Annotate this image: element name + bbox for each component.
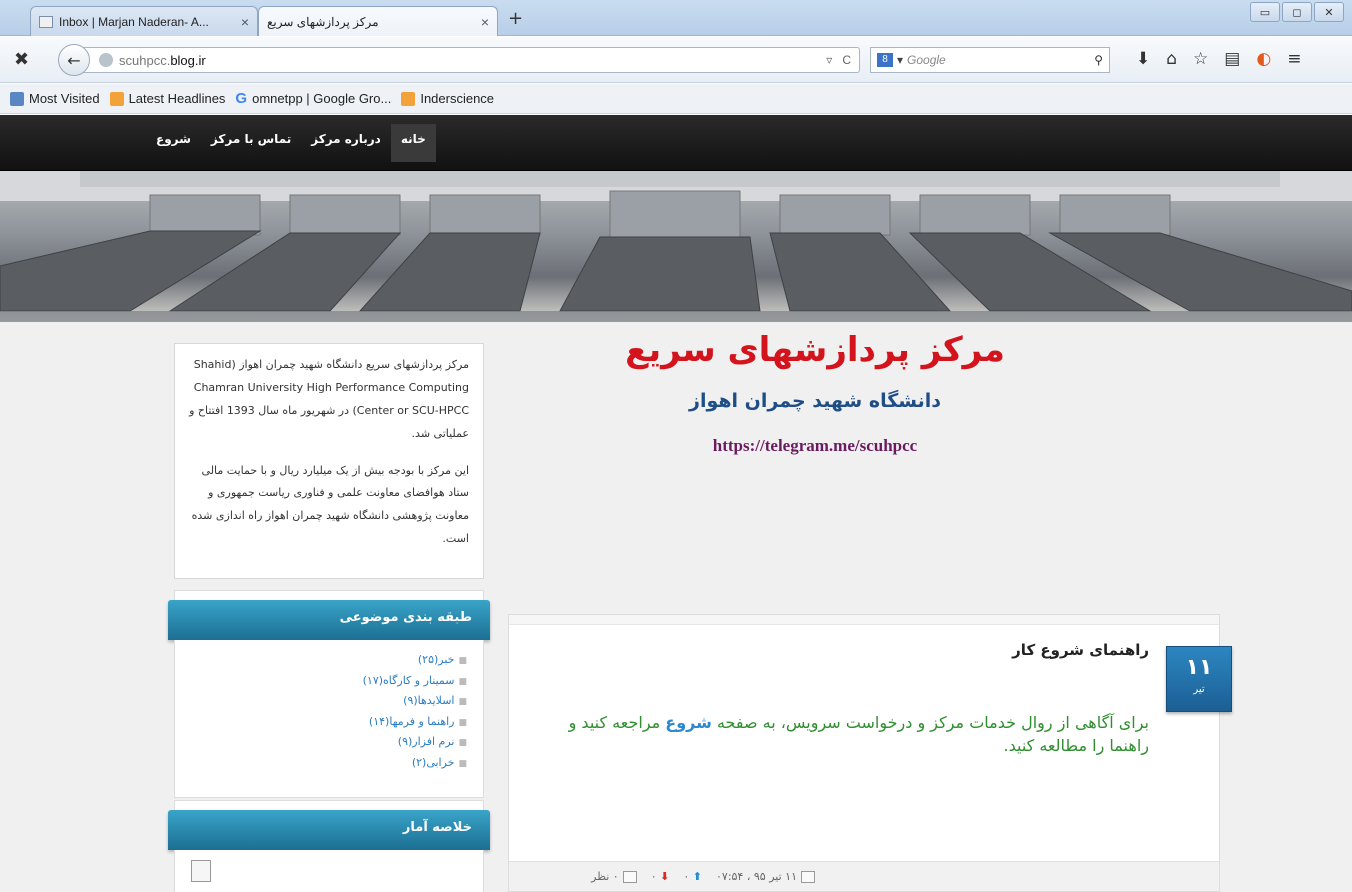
post-date-badge: ۱۱ تیر xyxy=(1166,646,1232,712)
telegram-link[interactable]: https://telegram.me/scuhpcc xyxy=(560,436,1070,456)
bookmarks-menu-icon[interactable]: ▤ xyxy=(1224,49,1240,69)
dislike-button[interactable]: ⬇ ۰ xyxy=(651,870,670,883)
minimize-button[interactable]: ▭ xyxy=(1250,2,1280,22)
thumb-down-icon: ⬇ xyxy=(660,870,670,883)
menu-icon[interactable]: ≡ xyxy=(1287,49,1301,69)
mail-icon xyxy=(39,15,53,28)
globe-icon xyxy=(99,53,113,67)
google-icon: 8 xyxy=(877,53,893,67)
categories-widget: طبقه بندی موضوعی ■خبر(۲۵) ■سمینار و کارگ… xyxy=(168,590,490,798)
like-button[interactable]: ⬆ ۰ xyxy=(683,870,702,883)
comments-link[interactable]: ۰ نظر xyxy=(591,870,637,883)
url-domain: blog.ir xyxy=(170,52,206,68)
menu-start[interactable]: شروع xyxy=(146,124,201,162)
header-banner-image xyxy=(0,171,1352,322)
navigation-toolbar: ✖ ← scuhpcc. blog.ir ▿ C 8 ▾ Google ⚲ ⬇ ⌂… xyxy=(0,37,1352,83)
bookmark-star-icon[interactable]: ☆ xyxy=(1193,49,1208,69)
reload-icon[interactable]: C xyxy=(842,53,851,67)
bookmark-label: Inderscience xyxy=(420,91,495,106)
post-footer: ۱۱ تیر ۹۵ ، ۰۷:۵۴ ⬆ ۰ ⬇ ۰ ۰ نظر xyxy=(509,861,1219,891)
post-text: برای آگاهی از روال خدمات مرکز و درخواست … xyxy=(711,713,1149,732)
comment-icon xyxy=(622,871,637,883)
bookmark-omnetpp[interactable]: G omnetpp | Google Gro... xyxy=(235,89,392,107)
post-date: ۱۱ تیر ۹۵ ، ۰۷:۵۴ xyxy=(716,870,815,883)
google-icon: G xyxy=(235,89,248,107)
post-title[interactable]: راهنمای شروع کار xyxy=(1012,641,1149,659)
close-icon[interactable]: × xyxy=(241,14,249,30)
post-card: راهنمای شروع کار برای آگاهی از روال خدما… xyxy=(508,614,1220,892)
maximize-button[interactable]: ◻ xyxy=(1282,2,1312,22)
site-subtitle: دانشگاه شهید چمران اهواز xyxy=(689,390,941,412)
bookmark-label: omnetpp | Google Gro... xyxy=(252,91,392,106)
menu-contact[interactable]: تماس با مرکز xyxy=(201,124,301,162)
address-bar[interactable]: scuhpcc. blog.ir ▿ C xyxy=(76,47,860,73)
new-tab-button[interactable]: + xyxy=(508,8,523,29)
dropdown-icon[interactable]: ▿ xyxy=(826,53,832,67)
tab-active[interactable]: مرکز پردازشهای سریع × xyxy=(258,6,498,36)
bookmark-label: Most Visited xyxy=(29,91,100,106)
site-nav: خانه درباره مرکز تماس با مرکز شروع xyxy=(0,115,1352,171)
addon-icon[interactable]: ✖ xyxy=(14,51,34,69)
rss-icon xyxy=(401,91,416,106)
tab-strip: Inbox | Marjan Naderan- A... × مرکز پردا… xyxy=(0,0,1352,36)
close-window-button[interactable]: ✕ xyxy=(1314,2,1344,22)
home-icon[interactable]: ⌂ xyxy=(1166,49,1177,69)
bookmark-latest-headlines[interactable]: Latest Headlines xyxy=(109,91,226,106)
date-month: تیر xyxy=(1193,684,1205,695)
tab-label: Inbox | Marjan Naderan- A... xyxy=(59,14,209,29)
search-placeholder: Google xyxy=(907,53,946,67)
calendar-icon xyxy=(801,871,815,883)
date-day: ۱۱ xyxy=(1185,655,1213,680)
category-link[interactable]: ■اسلایدها(۹) xyxy=(191,691,467,712)
bookmarks-toolbar: Most Visited Latest Headlines G omnetpp … xyxy=(0,84,1352,114)
category-link[interactable]: ■راهنما و فرمها(۱۴) xyxy=(191,712,467,733)
url-host: scuhpcc. xyxy=(119,52,171,68)
search-icon[interactable]: ⚲ xyxy=(1094,53,1103,67)
post-body: برای آگاهی از روال خدمات مرکز و درخواست … xyxy=(529,711,1149,757)
search-engine-dropdown-icon[interactable]: ▾ xyxy=(897,53,903,67)
about-box: مرکز پردازشهای سریع دانشگاه شهید چمران ا… xyxy=(174,343,484,579)
close-icon[interactable]: × xyxy=(481,14,489,30)
tab-label: مرکز پردازشهای سریع xyxy=(267,14,379,29)
rss-icon xyxy=(109,91,124,106)
extension-icon[interactable]: ◐ xyxy=(1256,49,1271,69)
search-input[interactable]: 8 ▾ Google ⚲ xyxy=(870,47,1110,73)
back-button[interactable]: ← xyxy=(58,44,90,76)
category-link[interactable]: ■سمینار و کارگاه(۱۷) xyxy=(191,671,467,692)
tab-inbox[interactable]: Inbox | Marjan Naderan- A... × xyxy=(30,6,258,36)
about-paragraph: مرکز پردازشهای سریع دانشگاه شهید چمران ا… xyxy=(189,358,469,440)
category-link[interactable]: ■نرم افزار(۹) xyxy=(191,732,467,753)
category-link[interactable]: ■خرابی(۲) xyxy=(191,753,467,774)
folder-icon xyxy=(10,91,24,106)
thumb-up-icon: ⬆ xyxy=(692,870,702,883)
document-icon xyxy=(191,860,211,882)
start-link[interactable]: شروع xyxy=(665,713,712,732)
site-title: مرکز پردازشهای سریع xyxy=(625,330,1005,370)
stats-widget: خلاصه آمار xyxy=(168,800,490,892)
about-paragraph: این مرکز با بودجه بیش از یک میلیارد ریال… xyxy=(191,463,469,546)
category-link[interactable]: ■خبر(۲۵) xyxy=(191,650,467,671)
widget-title: خلاصه آمار xyxy=(168,810,490,850)
bookmark-most-visited[interactable]: Most Visited xyxy=(10,91,100,106)
menu-about[interactable]: درباره مرکز xyxy=(301,124,391,162)
bookmark-label: Latest Headlines xyxy=(128,91,226,106)
bookmark-inderscience[interactable]: Inderscience xyxy=(401,91,494,106)
menu-home[interactable]: خانه xyxy=(390,124,436,162)
download-icon[interactable]: ⬇ xyxy=(1136,49,1150,69)
widget-title: طبقه بندی موضوعی xyxy=(168,600,490,640)
